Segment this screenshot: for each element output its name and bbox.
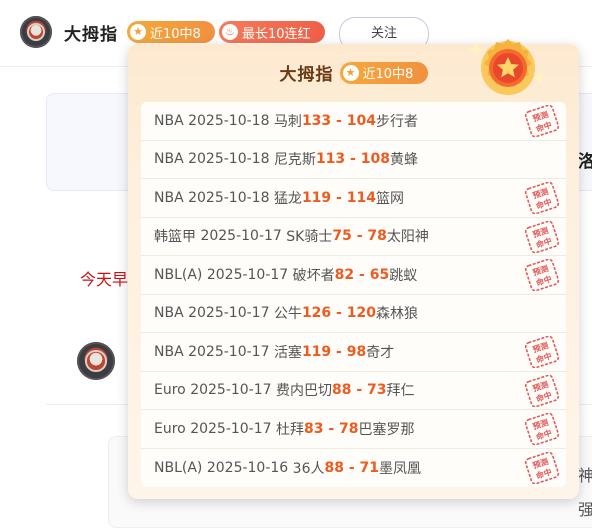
record-score: 83 - 78 <box>304 420 359 437</box>
hit-stamp-icon: 预测命中 <box>524 451 560 484</box>
record-date: 2025-10-17 <box>200 228 282 245</box>
post-avatar[interactable] <box>77 342 115 380</box>
record-home-team: SK骑士 <box>286 229 333 246</box>
popup-title: 大拇指 <box>279 65 334 85</box>
hit-stamp-icon: 预测命中 <box>524 220 560 253</box>
background-red-text: 今天早 <box>80 270 129 289</box>
record-date: 2025-10-17 <box>190 382 272 399</box>
record-away-team: 步行者 <box>375 113 418 130</box>
record-row[interactable]: NBA 2025-10-17 活塞 119 - 98 奇才 预测 命中 <box>141 333 566 372</box>
record-away-team: 奇才 <box>366 344 395 361</box>
record-date: 2025-10-17 <box>190 420 272 437</box>
record-score: 133 - 104 <box>301 112 376 129</box>
record-away-team: 篮网 <box>375 190 404 207</box>
record-away-team: 拜仁 <box>386 383 415 400</box>
record-league: Euro <box>154 382 186 399</box>
record-home-team: 36人 <box>292 460 325 477</box>
record-row[interactable]: NBA 2025-10-17 公牛 126 - 120 森林狼 <box>141 295 566 333</box>
streak-badge[interactable]: ♨ 最长10连红 <box>219 21 325 43</box>
record-score: 88 - 73 <box>332 382 387 399</box>
record-row[interactable]: Euro 2025-10-17 杜拜 83 - 78 巴塞罗那 预测 命中 <box>141 410 566 449</box>
star-icon: ★ <box>130 24 146 40</box>
record-home-team: 活塞 <box>273 344 302 361</box>
hit-stamp-icon: 预测命中 <box>524 374 560 407</box>
record-league: NBA <box>154 151 184 168</box>
record-score: 88 - 71 <box>324 459 380 476</box>
record-score: 82 - 65 <box>334 266 390 283</box>
medal-icon <box>468 39 547 95</box>
record-league: NBA <box>154 112 184 129</box>
record-row[interactable]: NBA 2025-10-18 猛龙 119 - 114 篮网 预测 命中 <box>141 179 566 218</box>
record-home-team: 尼克斯 <box>273 152 316 169</box>
record-home-team: 公牛 <box>273 306 302 323</box>
record-away-team: 太阳神 <box>386 229 429 246</box>
record-league: NBL(A) <box>154 266 203 283</box>
record-list: NBA 2025-10-18 马刺 133 - 104 步行者 预测 命中 NBA 2… <box>141 102 566 487</box>
record-away-team: 巴塞罗那 <box>358 421 415 438</box>
hit-stamp-icon: 预测命中 <box>524 259 560 291</box>
record-row[interactable]: NBL(A) 2025-10-16 36人 88 - 71 墨凤凰 预测 命中 <box>141 449 566 488</box>
record-score: 75 - 78 <box>332 228 387 245</box>
record-away-team: 森林狼 <box>375 306 418 323</box>
star-icon: ★ <box>342 64 359 81</box>
record-date: 2025-10-18 <box>188 112 270 129</box>
record-date: 2025-10-17 <box>206 266 289 283</box>
record-away-team: 跳蚁 <box>389 267 418 284</box>
record-date: 2025-10-16 <box>206 459 289 476</box>
record-date: 2025-10-18 <box>188 151 270 168</box>
popup-hit-rate-badge: ★ 近10中8 <box>339 61 428 84</box>
streak-label: 最长10连红 <box>242 26 311 42</box>
record-home-team: 费内巴切 <box>276 383 333 400</box>
popup-hit-rate-label: 近10中8 <box>362 67 414 82</box>
record-league: NBA <box>154 189 184 206</box>
record-score: 126 - 120 <box>301 305 376 322</box>
record-popup: 大拇指 ★ 近10中8 NBA 2025-10-18 马刺 133 - 104 步行… <box>128 39 579 499</box>
record-home-team: 杜拜 <box>276 421 305 438</box>
record-date: 2025-10-17 <box>188 305 270 322</box>
record-home-team: 马刺 <box>273 113 302 130</box>
flame-icon: ♨ <box>222 24 238 40</box>
record-home-team: 猛龙 <box>273 190 302 207</box>
record-home-team: 破坏者 <box>292 267 335 284</box>
record-score: 119 - 98 <box>301 343 367 360</box>
background-heading-fragment: 洛 <box>578 152 592 172</box>
username[interactable]: 大拇指 <box>64 20 118 45</box>
record-row[interactable]: NBA 2025-10-18 马刺 133 - 104 步行者 预测 命中 <box>141 102 566 141</box>
record-away-team: 黄蜂 <box>389 152 418 169</box>
hit-stamp-icon: 预测命中 <box>524 182 560 214</box>
hit-rate-badge[interactable]: ★ 近10中8 <box>127 21 215 43</box>
hit-stamp-icon: 预测命中 <box>524 336 560 368</box>
record-league: Euro <box>154 420 186 437</box>
record-league: NBA <box>154 305 184 322</box>
record-row[interactable]: NBA 2025-10-18 尼克斯 113 - 108 黄蜂 <box>141 141 566 179</box>
record-away-team: 墨凤凰 <box>379 460 422 477</box>
record-league: NBL(A) <box>154 459 203 476</box>
record-row[interactable]: Euro 2025-10-17 费内巴切 88 - 73 拜仁 预测 命中 <box>141 372 566 410</box>
hit-stamp-icon: 预测命中 <box>524 105 560 137</box>
record-date: 2025-10-18 <box>188 189 270 206</box>
record-league: 韩篮甲 <box>154 229 196 246</box>
record-row[interactable]: 韩篮甲 2025-10-17 SK骑士 75 - 78 太阳神 预测 命中 <box>141 218 566 256</box>
hit-stamp-icon: 预测命中 <box>524 413 560 445</box>
record-date: 2025-10-17 <box>188 343 270 360</box>
record-row[interactable]: NBL(A) 2025-10-17 破坏者 82 - 65 跳蚁 预测 命中 <box>141 256 566 295</box>
record-score: 119 - 114 <box>301 189 376 206</box>
background-text-fragment: 神 <box>578 466 592 485</box>
background-text-fragment-2: 强 <box>578 500 592 519</box>
avatar[interactable] <box>20 16 52 48</box>
hit-rate-label: 近10中8 <box>150 26 201 42</box>
record-score: 113 - 108 <box>315 151 390 168</box>
record-league: NBA <box>154 343 184 360</box>
